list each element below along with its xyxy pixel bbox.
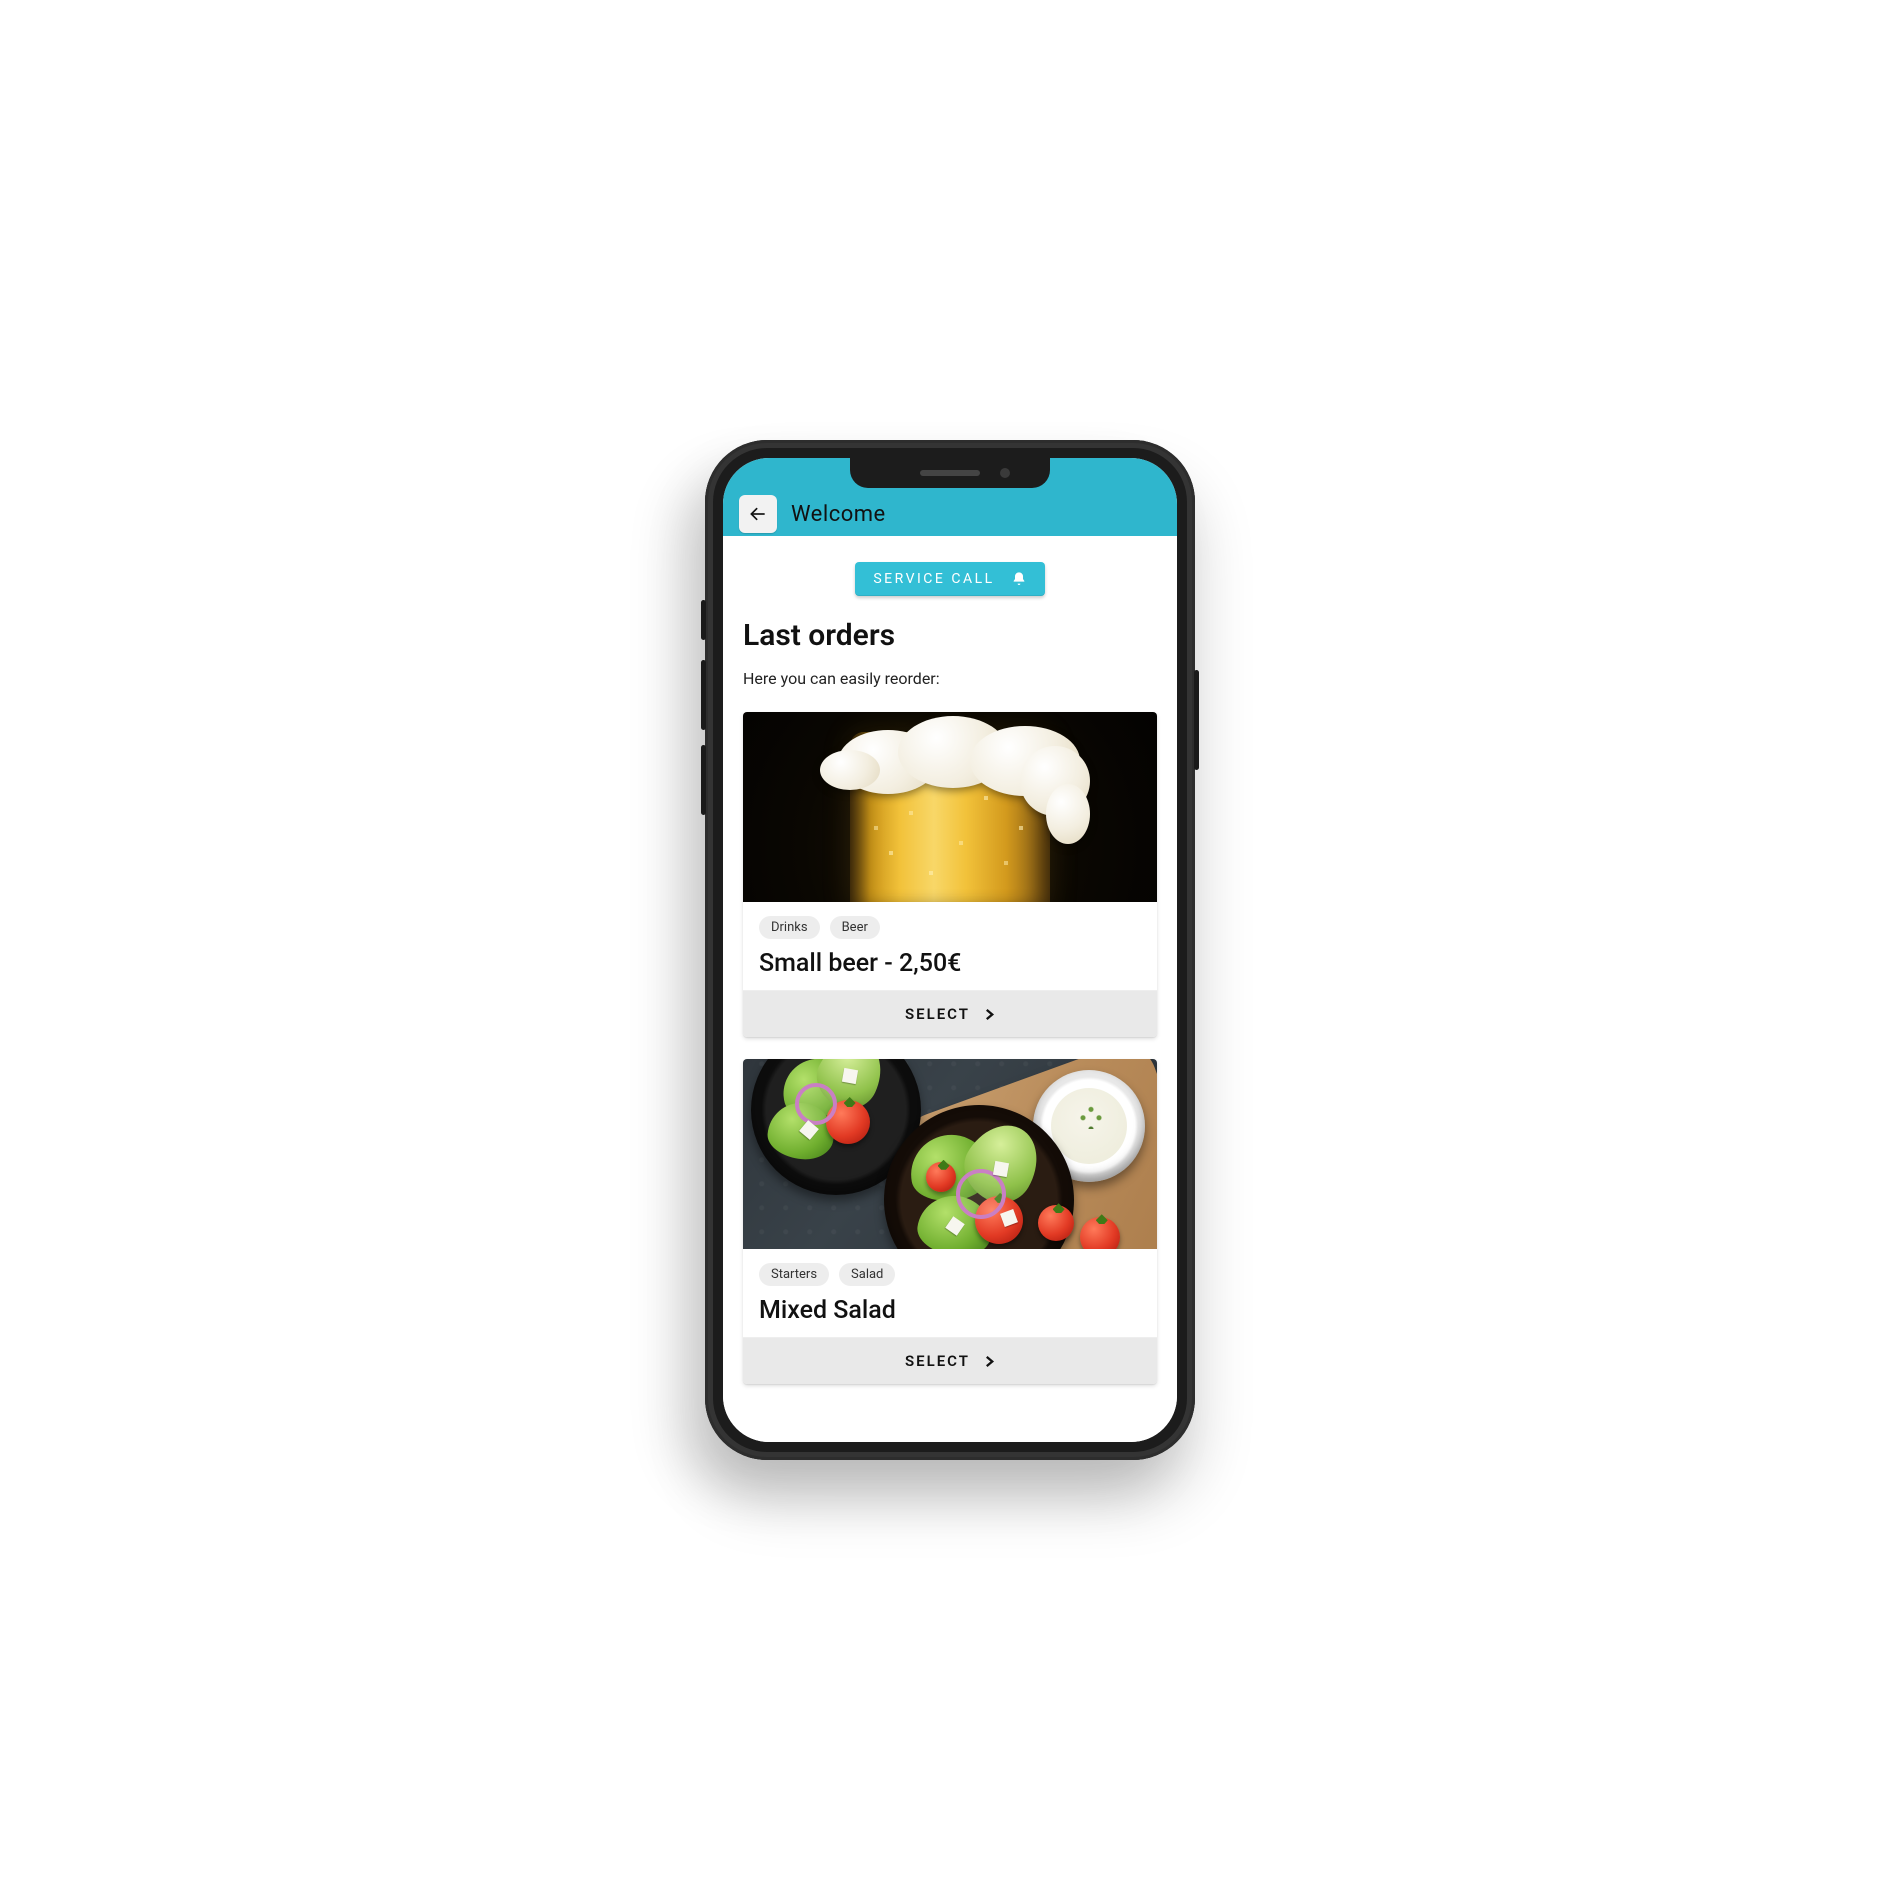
arrow-left-icon (748, 504, 768, 524)
bell-icon (1011, 571, 1027, 587)
phone-notch (850, 458, 1050, 488)
phone-side-button (701, 745, 706, 815)
phone-side-button (701, 660, 706, 730)
order-tag[interactable]: Drinks (759, 916, 820, 939)
order-tag[interactable]: Starters (759, 1263, 829, 1286)
phone-screen: Welcome SERVICE CALL Last orders Here yo… (723, 458, 1177, 1442)
phone-frame: Welcome SERVICE CALL Last orders Here yo… (705, 440, 1195, 1460)
service-call-button[interactable]: SERVICE CALL (855, 562, 1044, 596)
order-card: Starters Salad Mixed Salad SELECT (743, 1059, 1157, 1384)
order-tag[interactable]: Salad (839, 1263, 895, 1286)
select-label: SELECT (905, 1352, 970, 1370)
chevron-right-icon (984, 1356, 995, 1367)
order-title: Mixed Salad (759, 1296, 1141, 1325)
camera-icon (1000, 468, 1010, 478)
chevron-right-icon (984, 1009, 995, 1020)
phone-side-button (701, 600, 706, 640)
speaker-icon (920, 470, 980, 476)
section-subtext: Here you can easily reorder: (743, 669, 1157, 688)
content-area[interactable]: SERVICE CALL Last orders Here you can ea… (723, 536, 1177, 1442)
select-button[interactable]: SELECT (743, 990, 1157, 1037)
page-title: Welcome (791, 502, 886, 527)
back-button[interactable] (739, 495, 777, 533)
order-title: Small beer - 2,50€ (759, 949, 1141, 978)
order-card: Drinks Beer Small beer - 2,50€ SELECT (743, 712, 1157, 1037)
order-image-salad (743, 1059, 1157, 1249)
select-button[interactable]: SELECT (743, 1337, 1157, 1384)
order-image-beer (743, 712, 1157, 902)
service-call-label: SERVICE CALL (873, 571, 994, 587)
phone-side-button (1194, 670, 1199, 770)
select-label: SELECT (905, 1005, 970, 1023)
section-heading: Last orders (743, 618, 1157, 653)
order-tag[interactable]: Beer (830, 916, 880, 939)
